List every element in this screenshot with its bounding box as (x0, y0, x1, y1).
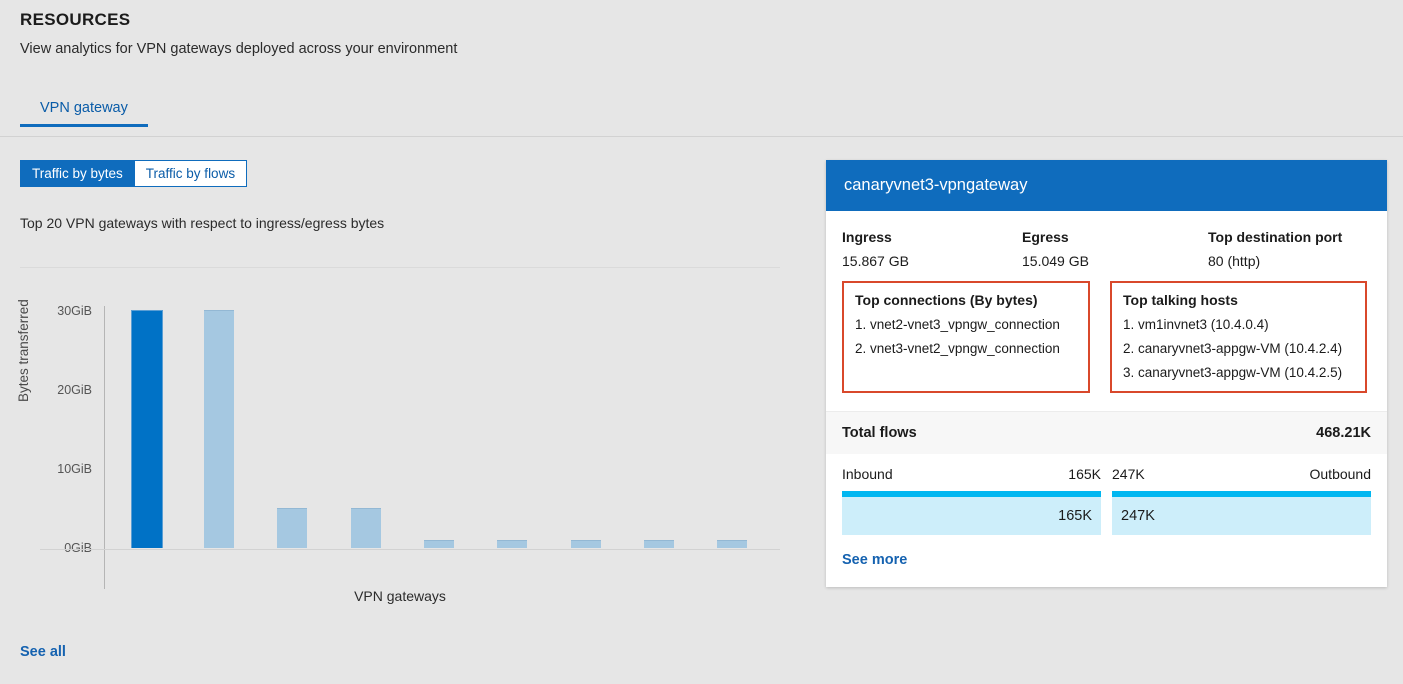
total-flows-row: Total flows 468.21K (826, 411, 1387, 454)
highlight-boxes: Top connections (By bytes) 1. vnet2-vnet… (842, 281, 1371, 411)
inbound-value: 165K (1068, 466, 1101, 482)
inbound-flow-bar: 165K (842, 491, 1101, 535)
total-flows-value: 468.21K (1316, 425, 1371, 441)
stat-ingress: Ingress 15.867 GB (842, 229, 1022, 269)
chart-y-tick: 10GiB (57, 462, 92, 476)
tab-vpn-gateway[interactable]: VPN gateway (20, 96, 148, 127)
top-connections-item: 1. vnet2-vnet3_vpngw_connection (855, 317, 1060, 332)
stat-ingress-value: 15.867 GB (842, 253, 909, 269)
inbound-label-row: Inbound 165K (842, 466, 1101, 482)
chart-x-axis-title: VPN gateways (354, 588, 446, 604)
vpn-gateway-bar-chart: Bytes transferred 0GiB 10GiB 20GiB 30GiB VP… (16, 276, 780, 604)
chart-x-axis-line (40, 549, 780, 550)
chart-y-tick: 0GiB (64, 541, 92, 555)
stat-egress-value: 15.049 GB (1022, 253, 1089, 269)
chart-bar[interactable] (277, 507, 308, 548)
tab-strip: VPN gateway (20, 96, 148, 127)
chart-y-axis-line (104, 306, 105, 589)
top-talking-hosts-item: 3. canaryvnet3-appgw-VM (10.4.2.5) (1123, 365, 1343, 380)
chart-bar[interactable] (570, 539, 601, 548)
chart-bar[interactable] (644, 539, 674, 548)
stat-egress-label: Egress (1022, 229, 1069, 245)
chart-bar[interactable] (424, 539, 454, 548)
top-talking-hosts-item: 1. vm1invnet3 (10.4.0.4) (1123, 317, 1269, 332)
total-flows-label: Total flows (842, 425, 917, 441)
outbound-flow-bar: 247K (1112, 491, 1371, 535)
stat-top-destination-port-value: 80 (http) (1208, 253, 1261, 269)
stat-ingress-label: Ingress (842, 229, 892, 245)
page-subtitle: View analytics for VPN gateways deployed… (20, 41, 458, 57)
stat-egress: Egress 15.049 GB (1022, 229, 1208, 269)
chart-y-tick: 30GiB (57, 304, 92, 318)
chart-top-divider (20, 267, 780, 268)
stat-top-destination-port: Top destination port 80 (http) (1208, 229, 1342, 269)
chart-y-tick: 20GiB (57, 383, 92, 397)
flows-body: Inbound 165K 247K Outbound 165K 247K (826, 454, 1387, 535)
outbound-label: Outbound (1309, 466, 1372, 482)
top-talking-hosts-title: Top talking hosts (1123, 292, 1238, 308)
toggle-traffic-by-bytes[interactable]: Traffic by bytes (20, 160, 135, 187)
toggle-traffic-by-flows[interactable]: Traffic by flows (134, 160, 248, 187)
chart-bar[interactable] (717, 539, 748, 548)
top-connections-title: Top connections (By bytes) (855, 292, 1038, 308)
top-connections-box: Top connections (By bytes) 1. vnet2-vnet… (842, 281, 1090, 393)
chart-bar[interactable] (204, 310, 234, 548)
tab-strip-divider (0, 136, 1403, 137)
chart-bar[interactable] (497, 539, 528, 548)
chart-plot-area (109, 276, 769, 548)
chart-bar[interactable] (350, 507, 381, 548)
chart-caption: Top 20 VPN gateways with respect to ingr… (20, 215, 385, 231)
outbound-value: 247K (1112, 466, 1145, 482)
top-connections-item: 2. vnet3-vnet2_vpngw_connection (855, 341, 1060, 356)
vpn-gateway-detail-card: canaryvnet3-vpngateway Ingress 15.867 GB… (826, 160, 1387, 587)
outbound-label-row: 247K Outbound (1112, 466, 1371, 482)
card-title: canaryvnet3-vpngateway (826, 160, 1387, 211)
see-all-link[interactable]: See all (20, 644, 66, 660)
page-title: RESOURCES (20, 10, 131, 29)
chart-y-axis-ticks: 0GiB 10GiB 20GiB 30GiB (40, 276, 92, 566)
inbound-label: Inbound (842, 466, 893, 482)
top-talking-hosts-box: Top talking hosts 1. vm1invnet3 (10.4.0.… (1110, 281, 1367, 393)
card-body: Ingress 15.867 GB Egress 15.049 GB Top d… (826, 211, 1387, 411)
top-talking-hosts-item: 2. canaryvnet3-appgw-VM (10.4.2.4) (1123, 341, 1343, 356)
see-more-link[interactable]: See more (826, 535, 1387, 587)
flows-labels-row: Inbound 165K 247K Outbound (842, 466, 1371, 482)
page-header: RESOURCES View analytics for VPN gateway… (20, 10, 457, 57)
card-stats-row: Ingress 15.867 GB Egress 15.049 GB Top d… (842, 225, 1371, 281)
traffic-toggle-group: Traffic by bytes Traffic by flows (20, 160, 248, 187)
chart-y-axis-title: Bytes transferred (16, 299, 31, 402)
chart-bar[interactable] (130, 310, 163, 548)
flow-bars: 165K 247K (842, 491, 1371, 535)
stat-top-destination-port-label: Top destination port (1208, 229, 1343, 245)
